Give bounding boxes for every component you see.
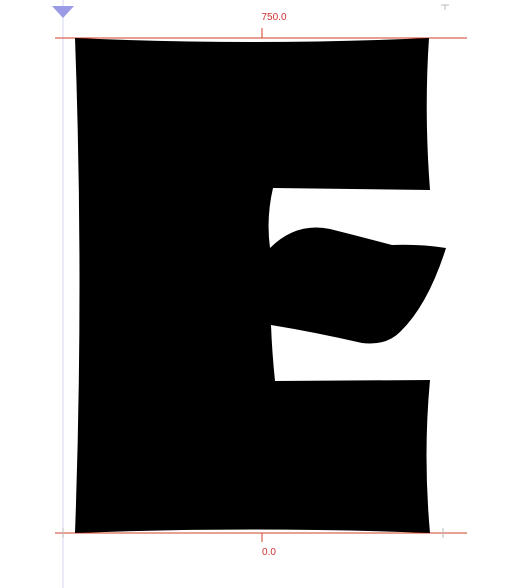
baseline-metric-label: 0.0 (262, 547, 276, 558)
triangle-down-icon[interactable] (52, 6, 74, 18)
tick-mark-icon (441, 4, 449, 10)
glyph-e-outline[interactable] (75, 38, 446, 533)
canvas-drawing (52, 0, 467, 588)
ascender-metric-label: 750.0 (261, 12, 287, 23)
glyph-edit-canvas[interactable]: 750.0 0.0 (0, 0, 518, 588)
